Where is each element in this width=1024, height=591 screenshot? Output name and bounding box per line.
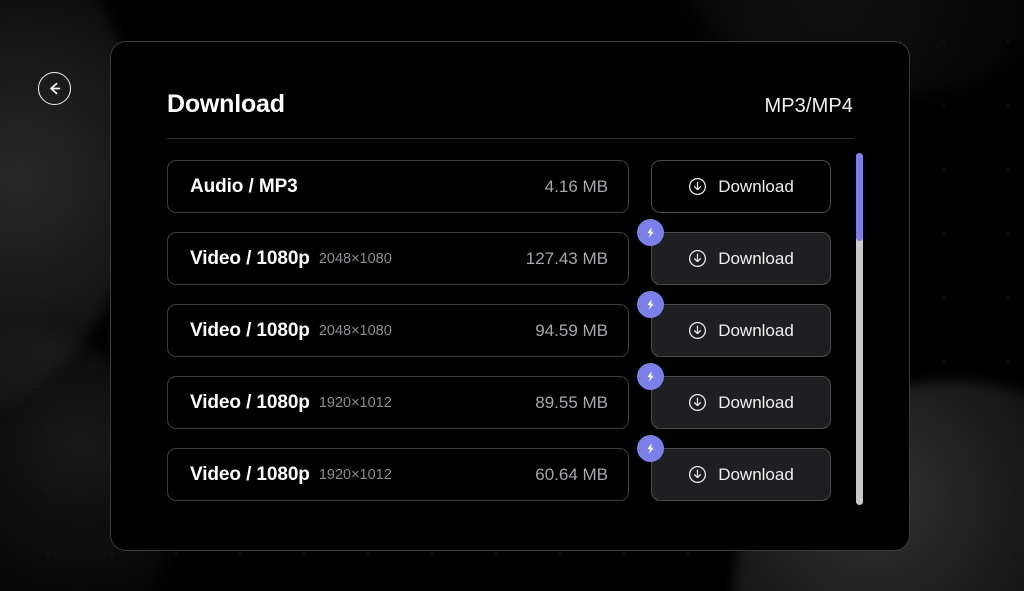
lightning-bolt-badge[interactable] — [637, 219, 664, 246]
file-size: 60.64 MB — [535, 464, 608, 484]
format-info[interactable]: Video / 1080p 1920×1012 60.64 MB — [167, 448, 629, 501]
back-button[interactable] — [38, 72, 71, 105]
download-row-2: Video / 1080p 2048×1080 94.59 MB Downloa… — [167, 291, 842, 357]
row-action: Download — [651, 160, 831, 213]
format-info[interactable]: Video / 1080p 1920×1012 89.55 MB — [167, 376, 629, 429]
download-card: Download MP3/MP4 Audio / MP3 4.16 MB Dow… — [110, 41, 910, 551]
lightning-bolt-badge[interactable] — [637, 291, 664, 318]
lightning-bolt-icon — [644, 298, 657, 311]
download-circle-icon — [688, 465, 707, 484]
arrow-left-circle-icon — [46, 80, 63, 97]
lightning-bolt-icon — [644, 442, 657, 455]
download-list: Audio / MP3 4.16 MB Download Video / 108… — [167, 153, 842, 505]
download-circle-icon — [688, 393, 707, 412]
download-button-label: Download — [718, 249, 794, 268]
format-label: Audio / MP3 — [190, 175, 298, 197]
format-label: Video / 1080p — [190, 319, 310, 341]
download-list-region: Audio / MP3 4.16 MB Download Video / 108… — [167, 153, 863, 505]
download-button[interactable]: Download — [651, 304, 831, 357]
download-circle-icon — [688, 321, 707, 340]
download-button-label: Download — [718, 177, 794, 196]
format-resolution: 1920×1012 — [318, 466, 392, 483]
app-root: Download MP3/MP4 Audio / MP3 4.16 MB Dow… — [0, 0, 1024, 591]
row-action: Download — [637, 363, 831, 429]
lightning-bolt-badge[interactable] — [637, 435, 664, 462]
row-action: Download — [637, 291, 831, 357]
format-resolution: 2048×1080 — [318, 322, 392, 339]
download-button[interactable]: Download — [651, 448, 831, 501]
download-row-0: Audio / MP3 4.16 MB Download — [167, 160, 842, 213]
header-divider — [167, 138, 853, 139]
card-header: Download MP3/MP4 — [111, 42, 909, 119]
download-button-label: Download — [718, 393, 794, 412]
lightning-bolt-icon — [644, 226, 657, 239]
page-title: Download — [167, 90, 285, 118]
download-circle-icon — [688, 249, 707, 268]
download-button[interactable]: Download — [651, 232, 831, 285]
lightning-bolt-badge[interactable] — [637, 363, 664, 390]
file-size: 89.55 MB — [535, 392, 608, 412]
download-row-1: Video / 1080p 2048×1080 127.43 MB Downlo… — [167, 219, 842, 285]
download-button[interactable]: Download — [651, 160, 831, 213]
format-resolution: 1920×1012 — [318, 394, 392, 411]
download-button[interactable]: Download — [651, 376, 831, 429]
file-size: 127.43 MB — [525, 248, 608, 268]
file-size: 4.16 MB — [544, 176, 608, 196]
scrollbar-thumb[interactable] — [856, 153, 863, 241]
download-button-label: Download — [718, 465, 794, 484]
format-info[interactable]: Video / 1080p 2048×1080 94.59 MB — [167, 304, 629, 357]
format-info[interactable]: Audio / MP3 4.16 MB — [167, 160, 629, 213]
download-row-4: Video / 1080p 1920×1012 60.64 MB Downloa… — [167, 435, 842, 501]
format-label: Video / 1080p — [190, 391, 310, 413]
row-action: Download — [637, 435, 831, 501]
download-circle-icon — [688, 177, 707, 196]
download-button-label: Download — [718, 321, 794, 340]
lightning-bolt-icon — [644, 370, 657, 383]
list-scrollbar[interactable] — [856, 153, 863, 505]
format-kind-label: MP3/MP4 — [764, 95, 853, 117]
file-size: 94.59 MB — [535, 320, 608, 340]
format-label: Video / 1080p — [190, 247, 310, 269]
format-resolution: 2048×1080 — [318, 250, 392, 267]
format-label: Video / 1080p — [190, 463, 310, 485]
row-action: Download — [637, 219, 831, 285]
format-info[interactable]: Video / 1080p 2048×1080 127.43 MB — [167, 232, 629, 285]
download-row-3: Video / 1080p 1920×1012 89.55 MB Downloa… — [167, 363, 842, 429]
